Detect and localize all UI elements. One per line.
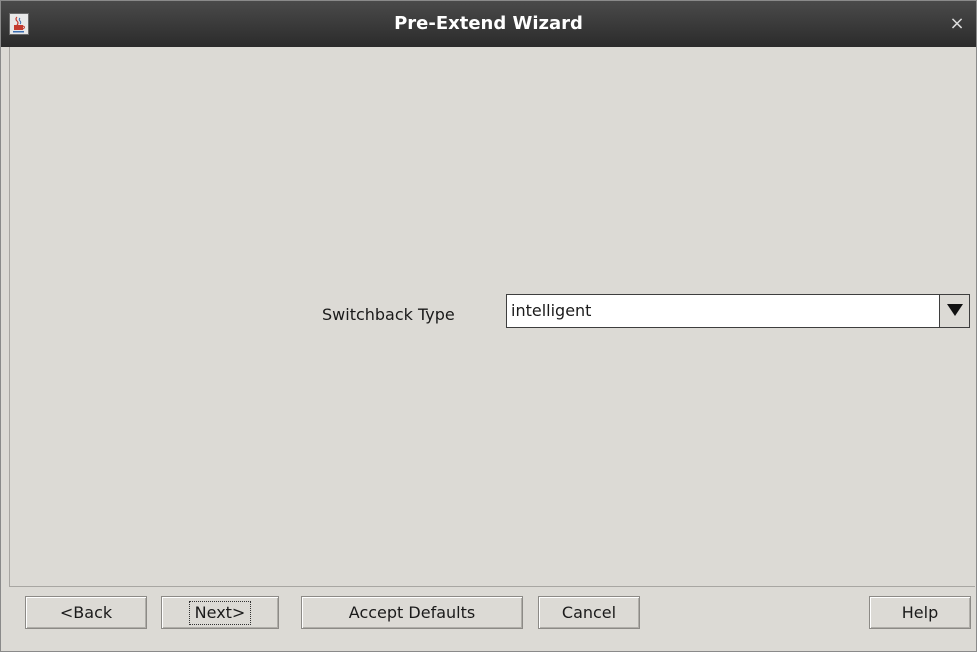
help-button[interactable]: Help xyxy=(869,596,971,629)
next-button-label: Next> xyxy=(188,601,252,625)
back-button[interactable]: <Back xyxy=(25,596,147,629)
wizard-window: Pre-Extend Wizard × Switchback Type inte… xyxy=(0,0,977,652)
title-bar[interactable]: Pre-Extend Wizard × xyxy=(1,1,976,47)
next-button[interactable]: Next> xyxy=(161,596,279,629)
switchback-type-label: Switchback Type xyxy=(322,305,455,324)
chevron-down-icon xyxy=(946,304,963,316)
window-title: Pre-Extend Wizard xyxy=(394,13,583,34)
cancel-button[interactable]: Cancel xyxy=(538,596,640,629)
dropdown-arrow-button[interactable] xyxy=(939,295,969,327)
switchback-type-value: intelligent xyxy=(511,301,592,320)
accept-defaults-button[interactable]: Accept Defaults xyxy=(301,596,523,629)
close-icon[interactable]: × xyxy=(946,13,968,35)
wizard-content-panel: Switchback Type intelligent xyxy=(9,47,975,587)
switchback-type-combobox[interactable]: intelligent xyxy=(506,294,970,328)
